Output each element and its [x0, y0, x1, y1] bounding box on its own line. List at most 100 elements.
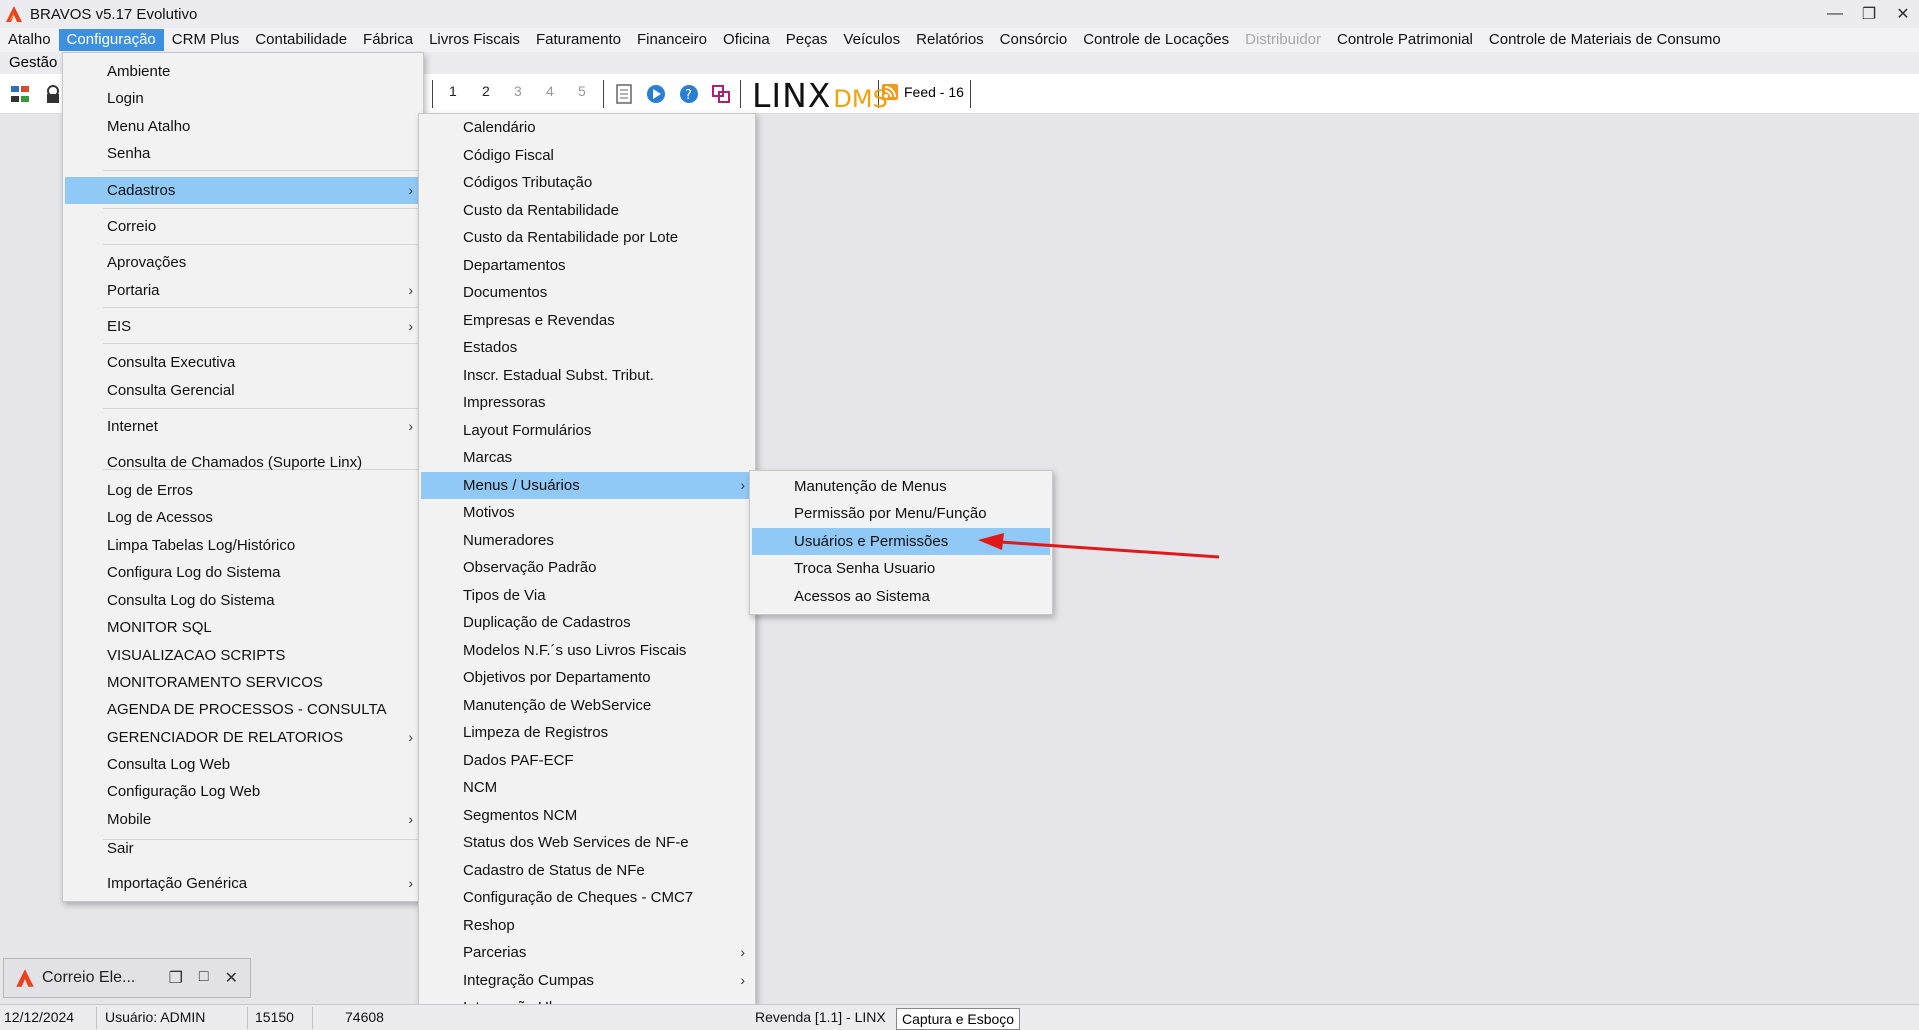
config-item-sair[interactable]: Sair — [65, 835, 421, 862]
menu-livros-fiscais[interactable]: Livros Fiscais — [421, 29, 528, 51]
cadastros-item-custo-da-rentabilidade[interactable]: Custo da Rentabilidade — [421, 197, 753, 224]
config-item-monitoramento-servicos[interactable]: MONITORAMENTO SERVICOS — [65, 669, 421, 696]
menu-configuracao[interactable]: Configuração — [58, 29, 164, 51]
config-item-mobile[interactable]: Mobile › — [65, 806, 421, 833]
help-icon[interactable]: ? — [678, 83, 700, 105]
cadastros-item-observacao-padrao[interactable]: Observação Padrão — [421, 554, 753, 581]
menu-controle-patrimonial[interactable]: Controle Patrimonial — [1329, 29, 1481, 51]
usuarios-item-permissao-por-menu-funcao[interactable]: Permissão por Menu/Função — [752, 500, 1050, 527]
cadastros-item-ncm[interactable]: NCM — [421, 774, 753, 801]
config-item-monitor-sql[interactable]: MONITOR SQL — [65, 614, 421, 641]
cadastros-item-manutencao-de-webservice[interactable]: Manutenção de WebService — [421, 692, 753, 719]
config-item-log-de-erros[interactable]: Log de Erros — [65, 477, 421, 504]
config-item-agenda-de-processos-consulta[interactable]: AGENDA DE PROCESSOS - CONSULTA — [65, 696, 421, 723]
windows-icon[interactable] — [710, 83, 732, 105]
maximize-icon[interactable]: □ — [199, 968, 209, 988]
cadastros-item-duplicacao-de-cadastros[interactable]: Duplicação de Cadastros — [421, 609, 753, 636]
menu-distribuidor[interactable]: Distribuidor — [1237, 29, 1329, 51]
usuarios-item-acessos-ao-sistema[interactable]: Acessos ao Sistema — [752, 583, 1050, 610]
minimize-icon[interactable]: — — [1825, 4, 1845, 24]
config-item-cadastros[interactable]: Cadastros › — [65, 177, 421, 204]
config-item-log-de-acessos[interactable]: Log de Acessos — [65, 504, 421, 531]
close-icon[interactable]: ✕ — [1893, 4, 1913, 24]
page-2[interactable]: 2 — [482, 83, 490, 99]
feed-button[interactable]: Feed - 16 — [881, 83, 964, 101]
menu-fabrica[interactable]: Fábrica — [355, 29, 421, 51]
page-5[interactable]: 5 — [578, 83, 586, 99]
config-item-consulta-executiva[interactable]: Consulta Executiva — [65, 349, 421, 376]
config-item-consulta-de-chamados-suporte-linx[interactable]: Consulta de Chamados (Suporte Linx) — [65, 449, 421, 476]
config-item-portaria[interactable]: Portaria › — [65, 277, 421, 304]
config-item-ambiente[interactable]: Ambiente — [65, 58, 421, 85]
config-item-aprovacoes[interactable]: Aprovações — [65, 249, 421, 276]
cadastros-item-integracao-cumpas[interactable]: Integração Cumpas › — [421, 967, 753, 994]
menu-oficina[interactable]: Oficina — [715, 29, 778, 51]
org-chart-icon[interactable] — [9, 83, 31, 105]
menu-veiculos[interactable]: Veículos — [835, 29, 908, 51]
cadastros-item-limpeza-de-registros[interactable]: Limpeza de Registros — [421, 719, 753, 746]
document-icon[interactable] — [613, 83, 635, 105]
cadastros-item-reshop[interactable]: Reshop — [421, 912, 753, 939]
cadastros-item-dados-paf-ecf[interactable]: Dados PAF-ECF — [421, 747, 753, 774]
menu-consorcio[interactable]: Consórcio — [992, 29, 1076, 51]
cadastros-item-custo-da-rentabilidade-por-lote[interactable]: Custo da Rentabilidade por Lote — [421, 224, 753, 251]
usuarios-item-usuarios-e-permissoes[interactable]: Usuários e Permissões — [752, 528, 1050, 555]
config-item-configuracao-log-web[interactable]: Configuração Log Web — [65, 778, 421, 805]
lock-user-icon[interactable] — [42, 83, 64, 105]
minimized-correio-window[interactable]: Correio Ele... ❐ □ ✕ — [3, 958, 251, 998]
menu-faturamento[interactable]: Faturamento — [528, 29, 629, 51]
cadastros-item-configuracao-de-cheques-cmc7[interactable]: Configuração de Cheques - CMC7 — [421, 884, 753, 911]
config-item-menu-atalho[interactable]: Menu Atalho — [65, 113, 421, 140]
menu-controle-de-locacoes[interactable]: Controle de Locações — [1075, 29, 1237, 51]
menu-pecas[interactable]: Peças — [778, 29, 836, 51]
cadastros-item-motivos[interactable]: Motivos — [421, 499, 753, 526]
close-icon[interactable]: ✕ — [225, 968, 238, 988]
cadastros-item-cadastro-de-status-de-nfe[interactable]: Cadastro de Status de NFe — [421, 857, 753, 884]
config-item-importacao-generica[interactable]: Importação Genérica › — [65, 870, 421, 897]
restore-icon[interactable]: ❐ — [1859, 4, 1879, 24]
config-item-internet[interactable]: Internet › — [65, 413, 421, 440]
config-item-gerenciador-de-relatorios[interactable]: GERENCIADOR DE RELATORIOS › — [65, 724, 421, 751]
config-item-consulta-log-web[interactable]: Consulta Log Web — [65, 751, 421, 778]
cadastros-item-codigos-tributacao[interactable]: Códigos Tributação — [421, 169, 753, 196]
cadastros-item-marcas[interactable]: Marcas — [421, 444, 753, 471]
page-1[interactable]: 1 — [449, 83, 457, 99]
config-item-senha[interactable]: Senha — [65, 140, 421, 167]
cadastros-item-status-dos-web-services-de-nf-e[interactable]: Status dos Web Services de NF-e — [421, 829, 753, 856]
config-item-correio[interactable]: Correio — [65, 213, 421, 240]
cadastros-item-departamentos[interactable]: Departamentos — [421, 252, 753, 279]
cadastros-item-documentos[interactable]: Documentos — [421, 279, 753, 306]
restore-icon[interactable]: ❐ — [169, 968, 183, 988]
config-item-eis[interactable]: EIS › — [65, 313, 421, 340]
cadastros-item-objetivos-por-departamento[interactable]: Objetivos por Departamento — [421, 664, 753, 691]
cadastros-item-calendario[interactable]: Calendário — [421, 114, 753, 141]
cadastros-item-segmentos-ncm[interactable]: Segmentos NCM — [421, 802, 753, 829]
cadastros-item-menus-usuarios[interactable]: Menus / Usuários › — [421, 472, 753, 499]
menu-controle-de-materiais-de-consumo[interactable]: Controle de Materiais de Consumo — [1481, 29, 1729, 51]
page-4[interactable]: 4 — [546, 83, 554, 99]
cadastros-item-codigo-fiscal[interactable]: Código Fiscal — [421, 142, 753, 169]
usuarios-item-troca-senha-usuario[interactable]: Troca Senha Usuario — [752, 555, 1050, 582]
config-item-login[interactable]: Login — [65, 85, 421, 112]
config-item-consulta-log-do-sistema[interactable]: Consulta Log do Sistema — [65, 587, 421, 614]
cadastros-item-inscr-estadual-subst-tribut[interactable]: Inscr. Estadual Subst. Tribut. — [421, 362, 753, 389]
cadastros-item-tipos-de-via[interactable]: Tipos de Via — [421, 582, 753, 609]
cadastros-item-impressoras[interactable]: Impressoras — [421, 389, 753, 416]
cadastros-item-empresas-e-revendas[interactable]: Empresas e Revendas — [421, 307, 753, 334]
menu-financeiro[interactable]: Financeiro — [629, 29, 715, 51]
cadastros-item-estados[interactable]: Estados — [421, 334, 753, 361]
config-item-consulta-gerencial[interactable]: Consulta Gerencial — [65, 377, 421, 404]
menu-relatorios[interactable]: Relatórios — [908, 29, 992, 51]
play-icon[interactable] — [645, 83, 667, 105]
cadastros-item-numeradores[interactable]: Numeradores — [421, 527, 753, 554]
menu-contabilidade[interactable]: Contabilidade — [247, 29, 355, 51]
menu-atalho[interactable]: Atalho — [0, 29, 59, 51]
config-item-configura-log-do-sistema[interactable]: Configura Log do Sistema — [65, 559, 421, 586]
cadastros-item-modelos-n-f-s-uso-livros-fiscais[interactable]: Modelos N.F.´s uso Livros Fiscais — [421, 637, 753, 664]
config-item-visualizacao-scripts[interactable]: VISUALIZACAO SCRIPTS — [65, 642, 421, 669]
menu-crm-plus[interactable]: CRM Plus — [164, 29, 248, 51]
secondary-bar-label[interactable]: Gestão c — [9, 54, 69, 71]
cadastros-item-parcerias[interactable]: Parcerias › — [421, 939, 753, 966]
cadastros-item-layout-formularios[interactable]: Layout Formulários — [421, 417, 753, 444]
page-3[interactable]: 3 — [514, 83, 522, 99]
